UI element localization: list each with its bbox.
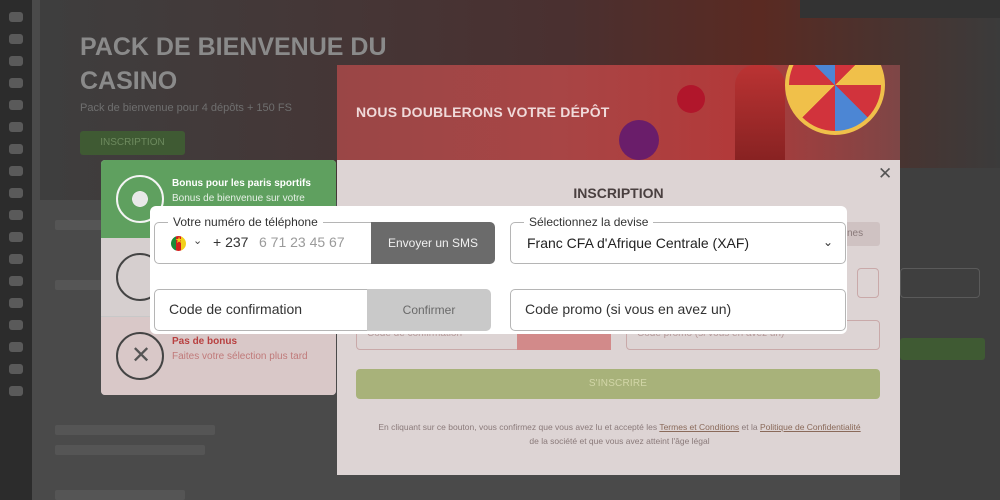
flag-star-icon: ★ (175, 235, 184, 245)
bonus-title: Bonus pour les paris sportifs (172, 178, 311, 189)
rail-icon[interactable] (9, 342, 23, 352)
modal-banner: NOUS DOUBLERONS VOTRE DÉPÔT (337, 65, 900, 160)
top-bar (800, 0, 1000, 18)
phone-field: Votre numéro de téléphone ★ ⌄ + 237 Envo… (154, 215, 495, 264)
rail-icon[interactable] (9, 122, 23, 132)
rail-icon[interactable] (9, 364, 23, 374)
rail-icon[interactable] (9, 386, 23, 396)
currency-select[interactable]: Sélectionnez la devise Franc CFA d'Afriq… (510, 215, 846, 264)
ghost-select[interactable] (857, 268, 879, 298)
dial-code: + 237 (213, 234, 249, 250)
terms-link[interactable]: Termes et Conditions (659, 422, 739, 432)
bonus-desc: Faites votre sélection plus tard (172, 351, 308, 362)
rail-icon[interactable] (9, 276, 23, 286)
plum-image (619, 120, 659, 160)
rail-icon[interactable] (9, 56, 23, 66)
rail-icon[interactable] (9, 166, 23, 176)
list-item[interactable] (55, 425, 215, 435)
confirm-button[interactable]: Confirmer (367, 289, 491, 331)
banner-title: NOUS DOUBLERONS VOTRE DÉPÔT (356, 104, 610, 120)
cherry-image (677, 85, 705, 113)
rail-icon[interactable] (9, 100, 23, 110)
rail-icon[interactable] (9, 232, 23, 242)
rail-icon[interactable] (9, 78, 23, 88)
hero-subtitle: Pack de bienvenue pour 4 dépôts + 150 FS (80, 102, 292, 114)
prize-wheel-image (785, 65, 885, 135)
right-panel-button[interactable] (900, 338, 985, 360)
no-bonus-icon: ✕ (116, 332, 164, 380)
rail-icon[interactable] (9, 34, 23, 44)
register-button[interactable]: S'INSCRIRE (356, 369, 880, 399)
rail-icon[interactable] (9, 254, 23, 264)
x-icon: ✕ (131, 342, 152, 369)
chevron-down-icon[interactable]: ⌄ (823, 235, 833, 249)
phone-input[interactable] (259, 234, 367, 250)
phone-label: Votre numéro de téléphone (168, 215, 323, 229)
rail-icon[interactable] (9, 188, 23, 198)
confirmation-code-input[interactable] (169, 301, 359, 317)
promo-code-field (510, 289, 846, 331)
hero-button[interactable]: INSCRIPTION (80, 131, 185, 155)
close-icon[interactable]: ✕ (878, 165, 892, 182)
legal-text: En cliquant sur ce bouton, vous confirme… (377, 420, 862, 448)
rail-icon[interactable] (9, 12, 23, 22)
promo-code-input[interactable] (525, 301, 825, 317)
list-item[interactable] (55, 490, 185, 500)
currency-label: Sélectionnez la devise (524, 215, 654, 229)
player-image (735, 65, 785, 160)
privacy-link[interactable]: Politique de Confidentialité (760, 422, 861, 432)
legal-text-1: En cliquant sur ce bouton, vous confirme… (378, 422, 658, 432)
chevron-down-icon[interactable]: ⌄ (193, 234, 202, 247)
confirmation-code-field: Confirmer (154, 289, 491, 331)
left-icon-rail (0, 0, 32, 500)
currency-value: Franc CFA d'Afrique Centrale (XAF) (527, 235, 750, 251)
bonus-desc: Bonus de bienvenue sur votre (172, 193, 305, 204)
highlighted-form-card: Votre numéro de téléphone ★ ⌄ + 237 Envo… (150, 206, 847, 334)
bonus-title: Pas de bonus (172, 336, 238, 347)
list-item[interactable] (55, 445, 205, 455)
right-panel-field[interactable] (900, 268, 980, 298)
right-panel (900, 168, 1000, 500)
rail-icon[interactable] (9, 320, 23, 330)
modal-title: INSCRIPTION (573, 185, 664, 201)
legal-text-2: et la (741, 422, 758, 432)
legal-text-3: de la société et que vous avez atteint l… (529, 436, 710, 446)
send-sms-button[interactable]: Envoyer un SMS (371, 222, 495, 264)
rail-icon[interactable] (9, 210, 23, 220)
rail-icon[interactable] (9, 144, 23, 154)
rail-icon[interactable] (9, 298, 23, 308)
